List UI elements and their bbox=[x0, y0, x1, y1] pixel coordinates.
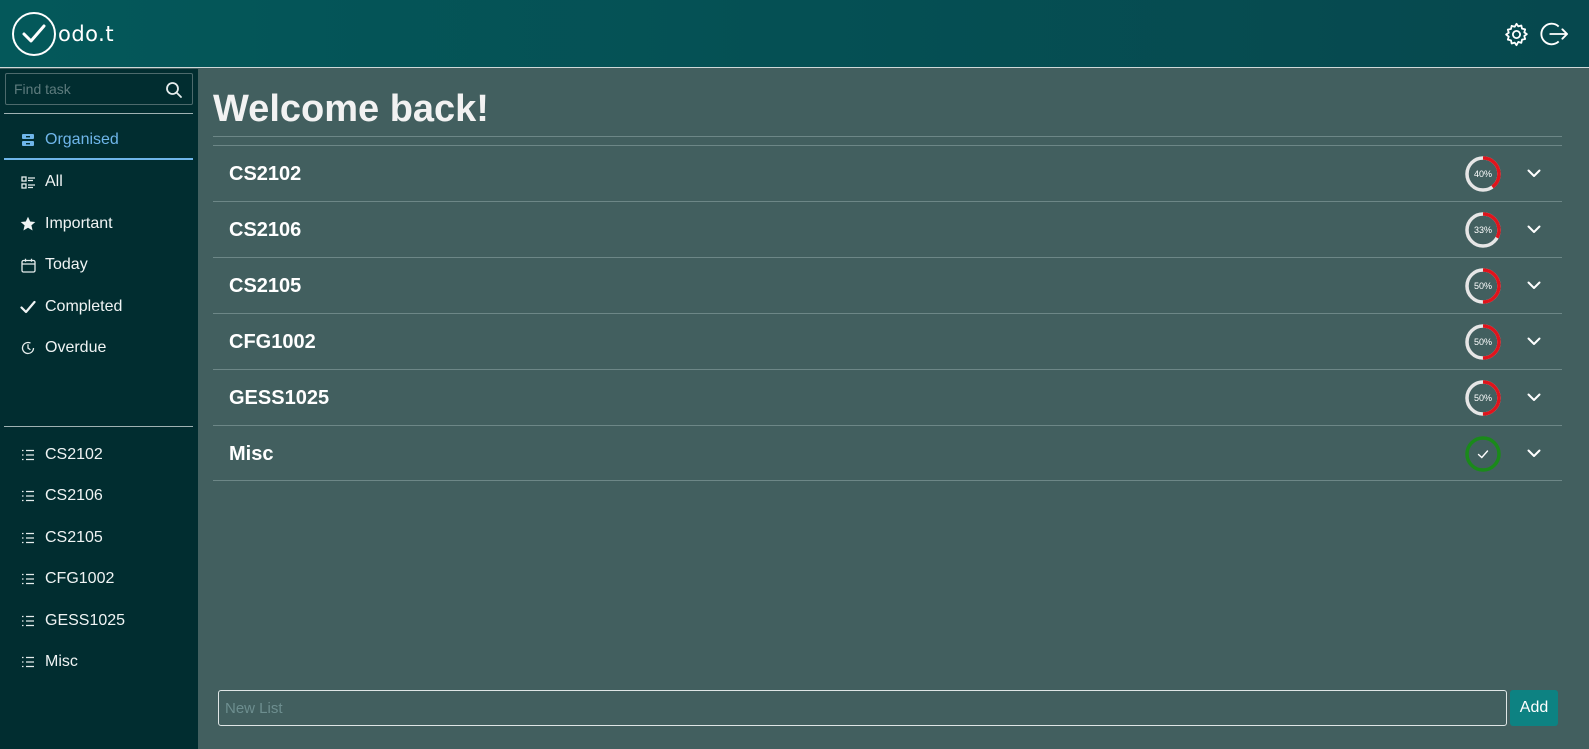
progress-ring bbox=[1464, 435, 1502, 473]
sidebar-list-item[interactable]: Misc bbox=[4, 643, 193, 681]
chevron-down-icon[interactable] bbox=[1524, 331, 1544, 351]
nav-item-label: Completed bbox=[45, 298, 123, 315]
list-title: GESS1025 bbox=[229, 387, 330, 409]
list-row[interactable]: CFG1002 50% bbox=[213, 313, 1562, 369]
nav-item-today[interactable]: Today bbox=[4, 246, 193, 284]
add-list-button[interactable]: Add bbox=[1510, 690, 1558, 726]
chevron-down-icon[interactable] bbox=[1524, 163, 1544, 183]
sidebar-divider bbox=[4, 426, 193, 427]
progress-ring: 50% bbox=[1464, 323, 1502, 361]
list-item-label: CS2106 bbox=[45, 487, 103, 504]
progress-label: 50% bbox=[1473, 281, 1492, 291]
list-item-label: CFG1002 bbox=[45, 570, 115, 587]
progress-ring: 50% bbox=[1464, 267, 1502, 305]
progress-ring: 50% bbox=[1464, 379, 1502, 417]
progress-ring: 40% bbox=[1464, 155, 1502, 193]
sidebar-list-item[interactable]: CS2105 bbox=[4, 519, 193, 557]
sidebar: Organised All Important Today Completed … bbox=[0, 69, 198, 749]
search-box bbox=[5, 73, 193, 105]
nav-item-label: Overdue bbox=[45, 339, 107, 356]
nav-item-label: Today bbox=[45, 256, 88, 273]
search-icon[interactable] bbox=[162, 78, 186, 102]
main-content: Welcome back! CS2102 40% CS2106 33% CS21… bbox=[198, 69, 1589, 749]
list-item-label: Misc bbox=[45, 653, 78, 670]
nav-item-overdue[interactable]: Overdue bbox=[4, 329, 193, 367]
nav-item-label: Organised bbox=[45, 131, 119, 148]
progress-label: 50% bbox=[1473, 337, 1492, 347]
sidebar-list-item[interactable]: GESS1025 bbox=[4, 602, 193, 640]
archive-icon bbox=[20, 132, 36, 148]
list-row[interactable]: GESS1025 50% bbox=[213, 369, 1562, 425]
chevron-down-icon[interactable] bbox=[1524, 443, 1544, 463]
chevron-down-icon[interactable] bbox=[1524, 219, 1544, 239]
nav-item-all[interactable]: All bbox=[4, 163, 193, 201]
progress-label: 33% bbox=[1473, 225, 1492, 235]
progress-label bbox=[1464, 435, 1502, 473]
list-title: Misc bbox=[229, 443, 274, 465]
list-icon bbox=[20, 530, 36, 546]
star-icon bbox=[20, 216, 36, 232]
list-row[interactable]: CS2106 33% bbox=[213, 201, 1562, 257]
logo-text: odo.t bbox=[58, 22, 115, 46]
nav-item-important[interactable]: Important bbox=[4, 205, 193, 243]
nav-item-label: All bbox=[45, 173, 63, 190]
sidebar-list-item[interactable]: CFG1002 bbox=[4, 560, 193, 598]
list-row[interactable]: CS2102 40% bbox=[213, 145, 1562, 201]
list-icon bbox=[20, 571, 36, 587]
progress-label: 40% bbox=[1473, 169, 1492, 179]
chevron-down-icon[interactable] bbox=[1524, 387, 1544, 407]
chevron-down-icon[interactable] bbox=[1524, 275, 1544, 295]
list-item-label: CS2102 bbox=[45, 446, 103, 463]
sidebar-list-item[interactable]: CS2106 bbox=[4, 477, 193, 515]
logo-check-icon bbox=[12, 12, 56, 56]
list-title: CS2102 bbox=[229, 163, 302, 185]
logout-icon[interactable] bbox=[1540, 20, 1568, 48]
progress-ring: 33% bbox=[1464, 211, 1502, 249]
page-title: Welcome back! bbox=[213, 88, 489, 130]
app-logo[interactable]: odo.t bbox=[12, 12, 114, 56]
sidebar-list-item[interactable]: CS2102 bbox=[4, 436, 193, 474]
progress-label: 50% bbox=[1473, 393, 1492, 403]
list-icon bbox=[20, 654, 36, 670]
clock-icon bbox=[20, 340, 36, 356]
nav-item-label: Important bbox=[45, 215, 113, 232]
sidebar-divider bbox=[4, 113, 193, 114]
list-title: CFG1002 bbox=[229, 331, 316, 353]
title-divider bbox=[213, 136, 1562, 137]
list-row[interactable]: Misc bbox=[213, 425, 1562, 481]
nav-item-completed[interactable]: Completed bbox=[4, 288, 193, 326]
list-icon bbox=[20, 447, 36, 463]
list-icon bbox=[20, 488, 36, 504]
list-details-icon bbox=[20, 174, 36, 190]
list-title: CS2105 bbox=[229, 275, 302, 297]
search-input[interactable] bbox=[6, 74, 158, 104]
list-title: CS2106 bbox=[229, 219, 302, 241]
list-item-label: CS2105 bbox=[45, 529, 103, 546]
nav-item-organised[interactable]: Organised bbox=[4, 122, 193, 160]
list-item-label: GESS1025 bbox=[45, 612, 126, 629]
check-icon bbox=[20, 299, 36, 315]
list-icon bbox=[20, 613, 36, 629]
calendar-icon bbox=[20, 257, 36, 273]
new-list-input[interactable] bbox=[218, 690, 1507, 726]
list-row[interactable]: CS2105 50% bbox=[213, 257, 1562, 313]
top-bar: odo.t bbox=[0, 0, 1589, 68]
gear-icon[interactable] bbox=[1502, 20, 1530, 48]
